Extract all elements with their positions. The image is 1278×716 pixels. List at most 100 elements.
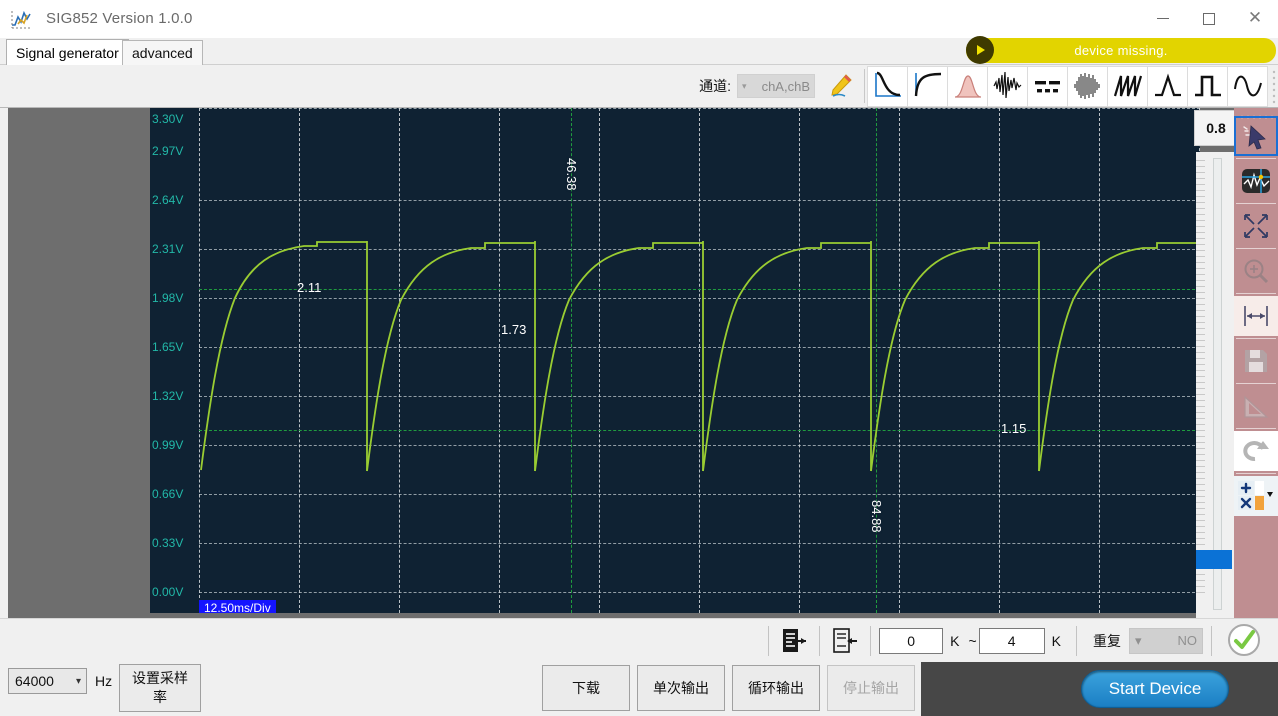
expand-arrows-icon[interactable] (1234, 206, 1278, 246)
pointer-select-icon[interactable] (1234, 116, 1278, 156)
ruler-triangle-icon[interactable] (1234, 386, 1278, 426)
gaussian-pulse-icon[interactable] (947, 65, 988, 107)
chevron-down-icon: ▾ (75, 675, 81, 687)
y-tick-5: 1.65V (152, 340, 184, 354)
channel-select-value: chA,chB (761, 78, 810, 94)
check-circle-icon[interactable] (1226, 622, 1264, 660)
y-tick-10: 0.00V (152, 585, 184, 599)
left-gutter (0, 108, 8, 618)
loop-output-button[interactable]: 循环输出 (732, 665, 820, 711)
y-tick-7: 0.99V (152, 438, 184, 452)
close-button[interactable]: ✕ (1232, 0, 1278, 38)
horizontal-measure-icon[interactable] (1234, 296, 1278, 336)
rail-separator (1236, 428, 1276, 429)
device-status-text: device missing. (1074, 43, 1168, 58)
sine-wave-icon[interactable] (1227, 65, 1268, 107)
minimize-icon (1157, 18, 1169, 19)
tab-advanced[interactable]: advanced (122, 40, 203, 65)
add-remove-icon[interactable] (1234, 476, 1278, 516)
range-from-input[interactable]: 0 (879, 627, 944, 654)
range-separator: ~ (968, 632, 977, 649)
cursor-label-1-15: 1.15 (1001, 421, 1027, 436)
single-output-button[interactable]: 单次输出 (637, 665, 725, 711)
stop-output-label: 停止输出 (843, 679, 899, 696)
download-label: 下载 (572, 679, 600, 696)
triangle-wave-icon[interactable] (1147, 65, 1188, 107)
repeat-select-value: NO (1177, 633, 1198, 648)
zoom-in-icon[interactable] (1234, 251, 1278, 291)
repeat-select[interactable]: ▾ NO (1129, 627, 1203, 654)
sawtooth-wave-icon[interactable] (1107, 65, 1148, 107)
slider-thumb[interactable] (1196, 550, 1232, 569)
output-control-bar: 0 K ~ 4 K 重复 ▾ NO (0, 618, 1278, 662)
y-tick-0: 3.30V (152, 112, 184, 126)
channel-select[interactable]: ▾ chA,chB (737, 74, 815, 98)
measurement-label-1-73: 1.73 (501, 322, 527, 337)
range-to-unit: K (1051, 632, 1061, 649)
set-sample-rate-button[interactable]: 设置采样率 (119, 664, 201, 712)
maximize-icon (1203, 12, 1215, 25)
tool-rail (1234, 108, 1278, 618)
y-tick-4: 1.98V (152, 291, 184, 305)
am-burst-icon[interactable] (1067, 65, 1108, 107)
hz-label: Hz (95, 673, 113, 689)
tab-signal-generator[interactable]: Signal generator (6, 39, 129, 65)
single-output-label: 单次输出 (653, 679, 709, 696)
download-button[interactable]: 下载 (542, 665, 630, 711)
redo-arrow-icon[interactable] (1234, 431, 1278, 471)
cursor-label-84-88: 84.88 (869, 500, 884, 533)
cursor-label-2-11: 2.11 (297, 280, 322, 295)
waveform-plot[interactable]: 2.11 1.15 46.38 84.88 1.73 (199, 108, 1200, 613)
minimize-button[interactable] (1140, 0, 1186, 38)
loop-output-label: 循环输出 (748, 679, 804, 696)
chevron-down-icon: ▾ (1135, 632, 1142, 648)
rail-grip-icon (1234, 108, 1278, 119)
slider-track[interactable] (1213, 158, 1222, 610)
sample-rate-select[interactable]: 64000 ▾ (8, 668, 87, 694)
play-circle-icon[interactable] (966, 36, 994, 64)
exp-rise-wave-icon[interactable] (907, 65, 948, 107)
exp-decay-wave-icon[interactable] (867, 65, 908, 107)
rail-separator (1236, 158, 1276, 159)
y-tick-3: 2.31V (152, 242, 184, 256)
range-to-input[interactable]: 4 (978, 627, 1045, 654)
control-separator (870, 625, 872, 656)
stop-output-button: 停止输出 (827, 665, 915, 711)
y-axis: 3.30V 2.97V 2.64V 2.31V 1.98V 1.65V 1.32… (150, 108, 199, 613)
waveform-thumbnail-icon[interactable] (1234, 161, 1278, 201)
y-tick-6: 1.32V (152, 389, 184, 403)
save-disk-icon[interactable] (1234, 341, 1278, 381)
rail-separator (1236, 473, 1276, 474)
window-controls: ✕ (1140, 0, 1278, 38)
plot-panel: 3.30V 2.97V 2.64V 2.31V 1.98V 1.65V 1.32… (0, 108, 1278, 618)
slider-ticks (1196, 160, 1206, 610)
start-device-button[interactable]: Start Device (1081, 670, 1229, 708)
vertical-scale-slider[interactable] (1196, 152, 1234, 618)
range-from-unit: K (950, 632, 960, 649)
document-export-icon[interactable] (777, 625, 811, 657)
document-import-icon[interactable] (828, 625, 862, 657)
plot-container: 3.30V 2.97V 2.64V 2.31V 1.98V 1.65V 1.32… (8, 108, 1200, 616)
pencil-edit-icon[interactable] (820, 65, 861, 107)
start-device-label: Start Device (1108, 679, 1202, 698)
application-window: SIG852 Version 1.0.0 ✕ Signal generator … (0, 0, 1278, 716)
noise-wave-icon[interactable] (987, 65, 1028, 107)
control-separator (1076, 625, 1077, 656)
rail-separator (1236, 248, 1276, 249)
y-tick-8: 0.66V (152, 487, 184, 501)
waveform-trace (200, 241, 1200, 472)
waveform-logo-icon (10, 8, 32, 30)
set-sample-rate-label: 设置采样率 (132, 670, 188, 705)
y-tick-1: 2.97V (152, 144, 184, 158)
scale-value-badge[interactable]: 0.8 (1194, 110, 1238, 146)
sample-rate-value: 64000 (15, 673, 54, 689)
dc-dashed-icon[interactable] (1027, 65, 1068, 107)
toolbar-grip-icon (1270, 66, 1278, 107)
rail-separator (1236, 203, 1276, 204)
waveform-toolbar: 通道: ▾ chA,chB (0, 65, 1278, 108)
control-separator (1211, 625, 1212, 656)
range-to-value: 4 (1007, 632, 1016, 649)
square-wave-icon[interactable] (1187, 65, 1228, 107)
cursor-label-46-38: 46.38 (564, 158, 579, 191)
maximize-button[interactable] (1186, 0, 1232, 38)
